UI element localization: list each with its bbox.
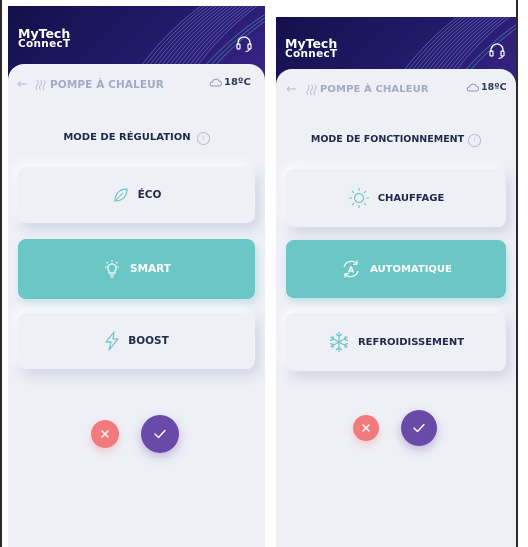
option-automatique-button[interactable]: A AUTOMATIQUE	[286, 240, 506, 298]
option-eco-button[interactable]: ÉCO	[18, 167, 255, 223]
headset-icon[interactable]	[235, 35, 253, 53]
sun-icon	[348, 188, 369, 208]
top-bar: ← POMPE À CHALEUR 18ºC	[8, 64, 265, 108]
temperature-value: 18ºC	[224, 77, 251, 88]
screen-mode-fonctionnement: MyTech ConnecT ← POMPE À CHALEUR 18ºC MO…	[276, 17, 516, 547]
option-eco-label: ÉCO	[137, 189, 162, 201]
window-edge-left	[0, 0, 2, 547]
headset-icon[interactable]	[488, 42, 506, 60]
confirm-button[interactable]	[141, 415, 179, 453]
brand-line2: ConnecT	[285, 48, 338, 60]
check-icon	[413, 423, 425, 433]
snowflake-icon	[329, 332, 349, 352]
mytech-connect-logo: MyTech ConnecT	[285, 37, 338, 60]
lightbulb-icon	[105, 260, 120, 278]
brand-line2: ConnecT	[18, 38, 71, 50]
cancel-button[interactable]	[91, 420, 119, 448]
heat-waves-icon	[35, 79, 46, 91]
option-automatique-label: AUTOMATIQUE	[370, 263, 452, 275]
option-chauffage-label: CHAUFFAGE	[377, 192, 445, 204]
breadcrumb: POMPE À CHALEUR	[50, 79, 164, 91]
content-card: ← POMPE À CHALEUR 18ºC MODE DE FONCTIONN…	[276, 69, 516, 547]
check-icon	[154, 429, 166, 439]
option-chauffage-button[interactable]: CHAUFFAGE	[286, 169, 506, 227]
auto-cycle-icon: A	[343, 260, 359, 278]
back-arrow-icon[interactable]: ←	[286, 82, 297, 97]
option-smart-button[interactable]: SMART	[18, 239, 255, 299]
temperature-value: 18ºC	[481, 82, 507, 93]
top-bar: ← POMPE À CHALEUR 18ºC	[276, 69, 516, 113]
cloud-icon	[466, 83, 479, 92]
info-icon[interactable]: i	[468, 134, 482, 147]
option-boost-button[interactable]: BOOST	[18, 313, 255, 369]
cloud-icon	[209, 78, 222, 87]
heat-waves-icon	[306, 84, 317, 96]
section-title-text: MODE DE FONCTIONNEMENT	[310, 134, 465, 145]
section-title-text: MODE DE RÉGULATION	[63, 132, 191, 143]
window-edge-right	[516, 0, 518, 547]
lightning-icon	[105, 331, 119, 351]
weather-indicator: 18ºC	[466, 82, 507, 93]
back-arrow-icon[interactable]: ←	[17, 77, 28, 92]
content-card: ← POMPE À CHALEUR 18ºC MODE DE RÉGULATIO…	[8, 64, 265, 547]
screen-mode-regulation: MyTech ConnecT ← POMPE À CHALEUR 18ºC MO…	[8, 6, 265, 547]
close-icon	[101, 430, 109, 438]
leaf-icon	[113, 188, 128, 202]
breadcrumb: POMPE À CHALEUR	[320, 84, 429, 95]
weather-indicator: 18ºC	[209, 77, 251, 88]
mytech-connect-logo: MyTech ConnecT	[18, 27, 71, 50]
section-title: MODE DE FONCTIONNEMENT i	[276, 134, 516, 147]
option-refroidissement-button[interactable]: REFROIDISSEMENT	[286, 313, 506, 371]
close-icon	[362, 424, 370, 432]
confirm-button[interactable]	[401, 410, 437, 446]
section-title: MODE DE RÉGULATION i	[8, 132, 265, 145]
option-boost-label: BOOST	[128, 335, 169, 347]
cancel-button[interactable]	[353, 415, 379, 441]
svg-text:A: A	[348, 266, 355, 275]
info-icon[interactable]: i	[196, 132, 210, 145]
option-refroidissement-label: REFROIDISSEMENT	[357, 336, 465, 348]
option-smart-label: SMART	[130, 263, 171, 275]
